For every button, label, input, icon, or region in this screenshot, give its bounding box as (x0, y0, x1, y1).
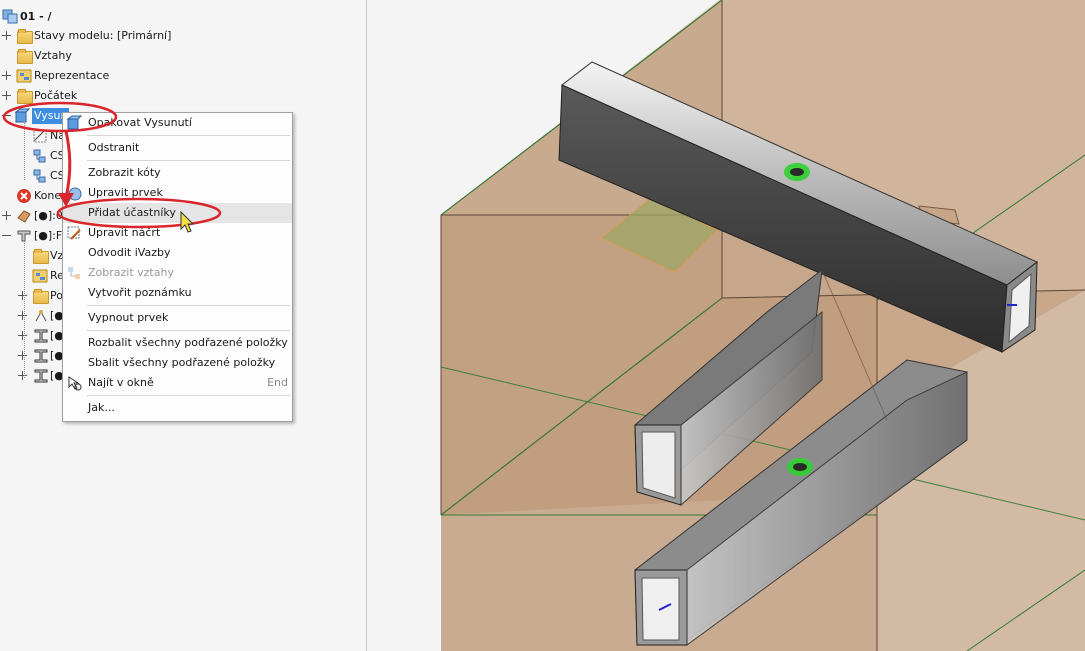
extrude-icon (14, 108, 30, 123)
browser-item-relations[interactable]: Vztahy (0, 47, 300, 65)
browser-root-label: 01 - / (20, 10, 52, 23)
relations-icon (68, 267, 80, 279)
expand-icon[interactable] (2, 211, 11, 220)
graphics-viewport[interactable] (367, 0, 1085, 651)
collapse-icon[interactable] (2, 111, 11, 120)
browser-item-label: Vztahy (34, 49, 72, 62)
browser-item-label: Počátek (34, 89, 78, 102)
folder-icon (33, 249, 49, 264)
browser-item-label: [●]:0 (34, 209, 63, 222)
menu-item-show-relationships[interactable]: Zobrazit vztahy (63, 263, 292, 283)
browser-item-label: Stavy modelu: [Primární] (34, 29, 172, 42)
browser-item-model-states[interactable]: Stavy modelu: [Primární] (0, 27, 300, 45)
menu-separator (87, 395, 290, 396)
content-center-icon (33, 169, 46, 183)
menu-item-shortcut: End (267, 376, 288, 389)
skeleton-part-icon (35, 310, 47, 322)
menu-item-collapse-all[interactable]: Sbalit všechny podřazené položky (63, 353, 292, 373)
menu-item-expand-all[interactable]: Rozbalit všechny podřazené položky (63, 333, 292, 353)
i-beam-icon (34, 349, 48, 363)
menu-item-repeat-extrude[interactable]: Opakovat Vysunutí (63, 113, 292, 133)
assembly-icon (2, 9, 18, 24)
browser-item-origin[interactable]: Počátek (0, 87, 300, 105)
menu-item-label: Jak... (88, 401, 115, 414)
browser-item-label: Reprezentace (34, 69, 110, 82)
menu-item-label: Vypnout prvek (88, 311, 169, 324)
menu-separator (87, 330, 290, 331)
collapse-icon[interactable] (2, 231, 11, 240)
menu-item-label: Zobrazit vztahy (88, 266, 174, 279)
menu-item-label: Přidat účastníky (88, 206, 176, 219)
representations-icon (32, 269, 48, 283)
end-of-part-icon (17, 189, 31, 203)
menu-item-label: Zobrazit kóty (88, 166, 161, 179)
part-icon (17, 210, 31, 223)
menu-item-label: Upravit prvek (88, 186, 163, 199)
menu-item-label: Najít v okně (88, 376, 154, 389)
i-beam-icon (34, 329, 48, 343)
menu-item-label: Rozbalit všechny podřazené položky (88, 336, 288, 349)
expand-icon[interactable] (2, 31, 11, 40)
tree-connector (24, 238, 26, 378)
menu-item-show-dimensions[interactable]: Zobrazit kóty (63, 163, 292, 183)
menu-item-label: Opakovat Vysunutí (88, 116, 192, 129)
folder-icon (17, 29, 33, 44)
edit-sketch-icon (67, 226, 81, 240)
find-in-window-icon (68, 376, 82, 391)
menu-item-suppress-feature[interactable]: Vypnout prvek (63, 308, 292, 328)
menu-item-how-to[interactable]: Jak... (63, 398, 292, 418)
menu-item-delete[interactable]: Odstranit (63, 138, 292, 158)
menu-separator (87, 160, 290, 161)
menu-item-label: Sbalit všechny podřazené položky (88, 356, 276, 369)
menu-item-label: Odstranit (88, 141, 140, 154)
menu-item-label: Odvodit iVazby (88, 246, 171, 259)
menu-item-label: Vytvořit poznámku (88, 286, 192, 299)
model-view[interactable] (367, 0, 1085, 651)
menu-item-find-in-window[interactable]: Najít v okně End (63, 373, 292, 393)
tree-connector (24, 118, 26, 180)
browser-item-representations[interactable]: Reprezentace (0, 67, 300, 85)
extrude-icon (66, 115, 82, 130)
sketch-icon (33, 129, 47, 143)
menu-item-edit-sketch[interactable]: Upravit náčrt (63, 223, 292, 243)
representations-icon (16, 69, 32, 83)
connection-marker-icon[interactable] (784, 163, 810, 181)
expand-icon[interactable] (2, 71, 11, 80)
menu-item-label: Upravit náčrt (88, 226, 161, 239)
folder-icon (17, 49, 33, 64)
content-center-icon (33, 149, 46, 163)
i-beam-icon (34, 369, 48, 383)
menu-item-edit-feature[interactable]: Upravit prvek (63, 183, 292, 203)
edit-feature-icon (66, 187, 82, 201)
context-menu: Opakovat Vysunutí Odstranit Zobrazit kót… (62, 112, 293, 422)
menu-item-infer-iconstraints[interactable]: Odvodit iVazby (63, 243, 292, 263)
connection-marker-icon[interactable] (787, 458, 813, 476)
folder-icon (17, 89, 33, 104)
expand-icon[interactable] (2, 91, 11, 100)
menu-item-add-participants[interactable]: Přidat účastníky (63, 203, 292, 223)
menu-item-create-note[interactable]: Vytvořit poznámku (63, 283, 292, 303)
menu-separator (87, 305, 290, 306)
folder-icon (33, 289, 49, 304)
menu-separator (87, 135, 290, 136)
